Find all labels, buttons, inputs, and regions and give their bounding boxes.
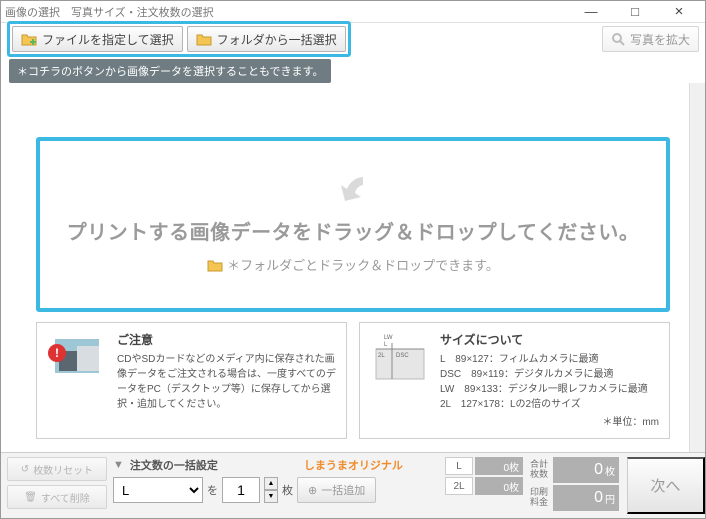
svg-text:DSC: DSC — [396, 353, 409, 359]
next-button[interactable]: 次へ — [627, 457, 705, 514]
toolbar: ファイルを指定して選択 フォルダから一括選択 写真を拡大 — [1, 23, 705, 55]
quantity-stepper[interactable]: ▲ ▼ — [264, 477, 278, 503]
sum-count-row: 合計 枚数 0枚 — [525, 457, 619, 483]
drop-arrow-icon — [333, 175, 373, 216]
main-area: プリントする画像データをドラッグ＆ドロップしてください。 ＊フォルダごとドラック… — [1, 83, 705, 452]
size-table: L 89×127：フィルムカメラに最適 DSC 89×119：デジタルカメラに最… — [440, 352, 659, 412]
bottom-bar: ↺ 枚数リセット 🗑 すべて削除 ▼ 注文数の一括設定 しまうまオリジナル L … — [1, 452, 705, 518]
bulk-title: 注文数の一括設定 — [130, 457, 218, 473]
size-row: DSC 89×119：デジタルカメラに最適 — [440, 367, 659, 382]
bulk-settings: ▼ 注文数の一括設定 しまうまオリジナル L を ▲ ▼ 枚 ⊕ 一括追加 — [113, 457, 403, 514]
magnifier-icon — [611, 32, 625, 46]
window-title: 画像の選択 写真サイズ・注文枚数の選択 — [5, 4, 569, 20]
vertical-scrollbar[interactable] — [689, 83, 705, 452]
svg-text:2L: 2L — [378, 353, 385, 359]
caution-thumb: ! — [47, 331, 107, 381]
folder-icon — [207, 258, 223, 272]
reset-count-button[interactable]: ↺ 枚数リセット — [7, 457, 107, 481]
caution-box: ! ご注意 CDやSDカードなどのメディア内に保存された画像データをご注文される… — [36, 322, 347, 439]
select-buttons-highlight: ファイルを指定して選択 フォルダから一括選択 — [7, 21, 351, 57]
drop-sub: ＊フォルダごとドラック＆ドロップできます。 — [207, 255, 499, 274]
plus-icon: ⊕ — [308, 484, 317, 497]
size-title: サイズについて — [440, 331, 659, 349]
delete-all-button[interactable]: 🗑 すべて削除 — [7, 485, 107, 509]
triangle-icon: ▼ — [113, 459, 124, 471]
size-row: 2L 127×178：Lの2倍のサイズ — [440, 397, 659, 412]
reset-icon: ↺ — [21, 464, 29, 475]
zoom-button[interactable]: 写真を拡大 — [602, 26, 699, 52]
size-unit-note: ＊単位：mm — [440, 415, 659, 430]
close-button[interactable]: × — [657, 1, 701, 23]
drop-main-text: プリントする画像データをドラッグ＆ドロップしてください。 — [67, 216, 640, 245]
svg-text:L: L — [384, 342, 388, 348]
tip-strip: ＊コチラのボタンから画像データを選択することもできます。 — [9, 59, 697, 83]
tip-text: ＊コチラのボタンから画像データを選択することもできます。 — [9, 59, 331, 83]
size-row: L 89×127：フィルムカメラに最適 — [440, 352, 659, 367]
svg-text:LW: LW — [384, 335, 393, 341]
drop-zone[interactable]: プリントする画像データをドラッグ＆ドロップしてください。 ＊フォルダごとドラック… — [36, 137, 670, 312]
drop-sub-text: ＊フォルダごとドラック＆ドロップできます。 — [227, 255, 499, 274]
count-row-2l: 2L 0枚 — [445, 477, 523, 495]
minimize-button[interactable]: — — [569, 1, 613, 23]
select-file-label: ファイルを指定して選択 — [42, 31, 174, 48]
caution-title: ご注意 — [117, 331, 336, 349]
size-diagram: LW L 2L DSC — [370, 331, 430, 381]
select-folder-label: フォルダから一括選択 — [217, 31, 337, 48]
titlebar: 画像の選択 写真サイズ・注文枚数の選択 — □ × — [1, 1, 705, 23]
size-select[interactable]: L — [113, 477, 203, 503]
qty-down-button[interactable]: ▼ — [264, 490, 278, 503]
bulk-add-button[interactable]: ⊕ 一括追加 — [297, 477, 376, 503]
size-box: LW L 2L DSC サイズについて L 89×127：フィルムカメラに最適 … — [359, 322, 670, 439]
folder-icon — [196, 32, 212, 46]
maximize-button[interactable]: □ — [613, 1, 657, 23]
quantity-input[interactable] — [222, 477, 260, 503]
counts-panel: L 0枚 2L 0枚 合計 枚数 0枚 印刷 料金 0円 — [445, 457, 619, 514]
folder-plus-icon — [21, 32, 37, 46]
size-row: LW 89×133：デジタル一眼レフカメラに最適 — [440, 382, 659, 397]
qty-up-button[interactable]: ▲ — [264, 477, 278, 490]
caution-body: CDやSDカードなどのメディア内に保存された画像データをご注文される場合は、一度… — [117, 352, 336, 412]
trash-icon: 🗑 — [24, 492, 37, 503]
count-row-l: L 0枚 — [445, 457, 523, 475]
select-folder-button[interactable]: フォルダから一括選択 — [187, 26, 346, 52]
brand-label: しまうまオリジナル — [304, 457, 403, 473]
svg-text:!: ! — [55, 346, 59, 360]
print-fee-row: 印刷 料金 0円 — [525, 485, 619, 511]
info-row: ! ご注意 CDやSDカードなどのメディア内に保存された画像データをご注文される… — [36, 322, 670, 439]
zoom-label: 写真を拡大 — [630, 31, 690, 48]
select-file-button[interactable]: ファイルを指定して選択 — [12, 26, 183, 52]
